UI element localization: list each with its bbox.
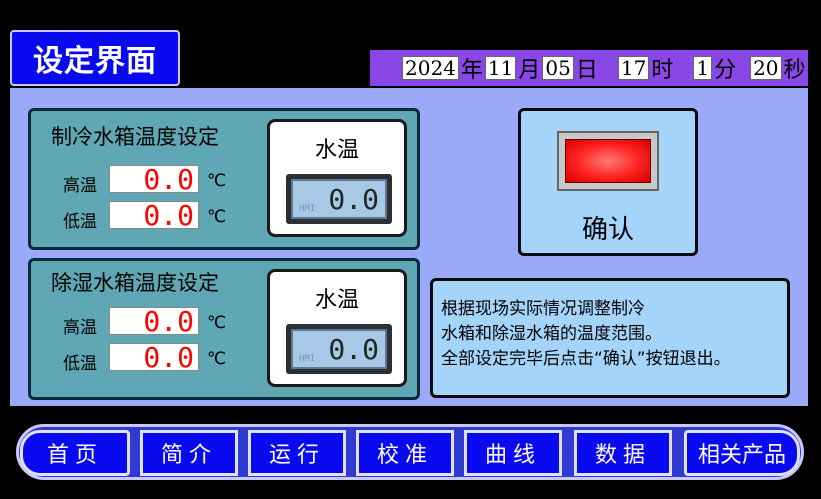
dehumid-low-label: 低温 [63, 354, 97, 374]
year-unit: 年 [460, 58, 483, 83]
second-value: 20 [750, 56, 782, 80]
confirm-lamp-icon [565, 139, 651, 183]
datetime-bar: 2024 年 11 月 05 日 17 时 1 分 20 秒 [370, 50, 808, 86]
nav-data-button[interactable]: 数据 [574, 430, 672, 476]
dehumid-high-input[interactable]: 0.0 [109, 307, 199, 336]
cooling-panel: 制冷水箱温度设定 高温 0.0 ℃ 低温 0.0 ℃ 水温 HMI 0.0 [28, 108, 420, 250]
nav-products-button[interactable]: 相关产品 [684, 430, 800, 476]
page-title: 设定界面 [10, 30, 180, 86]
instruction-line: 全部设定完毕后点击“确认”按钮退出。 [441, 349, 731, 369]
hmi-screen: 设定界面 2024 年 11 月 05 日 17 时 1 分 20 秒 制冷水箱… [0, 0, 821, 499]
nav-calibrate-button[interactable]: 校准 [356, 430, 454, 476]
dehumid-water-temp-value: 0.0 [328, 332, 379, 366]
cooling-high-unit: ℃ [207, 171, 227, 191]
dehumid-low-unit: ℃ [207, 349, 227, 369]
instruction-line: 根据现场实际情况调整制冷 [441, 299, 645, 319]
dehumid-low-input[interactable]: 0.0 [109, 343, 199, 372]
dehumid-water-temp-box: 水温 HMI 0.0 [267, 269, 407, 387]
lcd-brand-text: HMI [299, 354, 316, 364]
hour-value: 17 [617, 56, 650, 80]
month-value: 11 [484, 56, 517, 80]
main-area: 制冷水箱温度设定 高温 0.0 ℃ 低温 0.0 ℃ 水温 HMI 0.0 除湿… [10, 88, 808, 406]
cooling-low-unit: ℃ [207, 207, 227, 227]
dehumid-high-label: 高温 [63, 318, 97, 338]
cooling-low-label: 低温 [63, 212, 97, 232]
nav-intro-button[interactable]: 简介 [140, 430, 238, 476]
cooling-high-label: 高温 [63, 176, 97, 196]
lcd-brand-text: HMI [299, 204, 316, 214]
nav-curve-button[interactable]: 曲线 [464, 430, 562, 476]
confirm-button[interactable] [557, 131, 659, 191]
cooling-water-temp-label: 水温 [314, 138, 359, 163]
day-value: 05 [542, 56, 574, 80]
year-value: 2024 [402, 56, 459, 80]
cooling-low-input[interactable]: 0.0 [109, 201, 199, 230]
minute-unit: 分 [714, 58, 737, 83]
instructions-box: 根据现场实际情况调整制冷 水箱和除湿水箱的温度范围。 全部设定完毕后点击“确认”… [430, 278, 790, 398]
dehumid-water-temp-label: 水温 [314, 288, 359, 313]
dehumid-water-temp-display: HMI 0.0 [286, 324, 392, 374]
minute-value: 1 [693, 56, 713, 80]
cooling-water-temp-value: 0.0 [328, 182, 379, 216]
nav-run-button[interactable]: 运行 [248, 430, 346, 476]
dehumid-high-unit: ℃ [207, 313, 227, 333]
dehumid-panel-title: 除湿水箱温度设定 [51, 271, 219, 295]
instruction-line: 水箱和除湿水箱的温度范围。 [441, 324, 662, 344]
confirm-label: 确认 [581, 215, 634, 245]
nav-home-button[interactable]: 首页 [20, 430, 130, 476]
cooling-water-temp-box: 水温 HMI 0.0 [267, 119, 407, 237]
hour-unit: 时 [651, 58, 674, 83]
month-unit: 月 [518, 58, 541, 83]
second-unit: 秒 [783, 58, 806, 83]
bottom-nav: 首页 简介 运行 校准 曲线 数据 相关产品 [0, 410, 821, 499]
confirm-panel: 确认 [518, 108, 698, 256]
cooling-panel-title: 制冷水箱温度设定 [51, 125, 219, 149]
day-unit: 日 [575, 58, 598, 83]
cooling-water-temp-display: HMI 0.0 [286, 174, 392, 224]
cooling-high-input[interactable]: 0.0 [109, 165, 199, 194]
dehumid-panel: 除湿水箱温度设定 高温 0.0 ℃ 低温 0.0 ℃ 水温 HMI 0.0 [28, 258, 420, 400]
